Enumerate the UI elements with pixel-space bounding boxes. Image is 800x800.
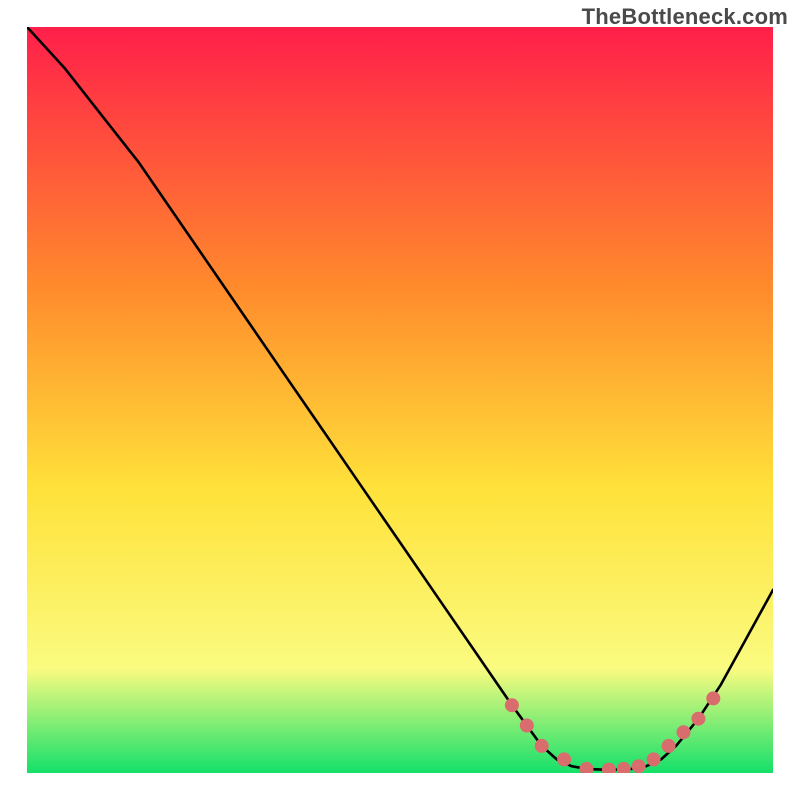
gradient-background	[27, 27, 773, 773]
chart-stage: TheBottleneck.com	[0, 0, 800, 800]
data-marker	[557, 752, 571, 766]
data-marker	[505, 698, 519, 712]
plot-svg	[27, 27, 773, 773]
data-marker	[632, 759, 646, 773]
data-marker	[691, 712, 705, 726]
data-marker	[677, 725, 691, 739]
plot-area	[27, 27, 773, 773]
data-marker	[662, 739, 676, 753]
data-marker	[706, 691, 720, 705]
data-marker	[535, 739, 549, 753]
data-marker	[520, 719, 534, 733]
data-marker	[647, 752, 661, 766]
